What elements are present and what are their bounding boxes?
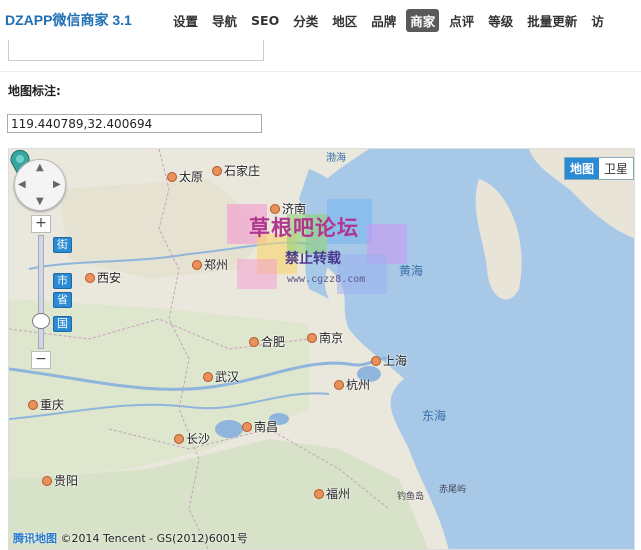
zoom-control: + −: [31, 215, 51, 369]
map-copyright: 腾讯地图 ©2014 Tencent - GS(2012)6001号: [13, 530, 248, 546]
nav-item-navigation[interactable]: 导航: [208, 9, 241, 32]
zoom-level-province[interactable]: 省: [53, 292, 72, 308]
nav-item-category[interactable]: 分类: [289, 9, 322, 32]
city-label: 南昌: [242, 418, 278, 435]
watermark-url: www.cgzz8.com: [287, 274, 366, 285]
watermark: 草根吧论坛 禁止转载 www.cgzz8.com: [227, 194, 417, 304]
watermark-title: 草根吧论坛: [249, 216, 359, 240]
city-label: 上海: [371, 352, 407, 369]
zoom-level-street[interactable]: 街: [53, 237, 72, 253]
app-brand[interactable]: DZAPP微信商家 3.1: [5, 10, 132, 30]
nav-item-merchant[interactable]: 商家: [406, 8, 440, 32]
city-label: 长沙: [174, 430, 210, 447]
nav-item-seo[interactable]: SEO: [247, 11, 283, 30]
nav-item-more[interactable]: 访: [587, 9, 608, 32]
city-label: 郑州: [192, 256, 228, 273]
form-content: 地图标注: 太原 石家庄 济南 郑州 西安 合肥 南京 上海 武汉: [0, 40, 641, 550]
city-label: 石家庄: [212, 162, 260, 179]
nav-item-batch-update[interactable]: 批量更新: [523, 9, 581, 32]
city-label: 杭州: [334, 376, 370, 393]
zoom-level-country[interactable]: 国: [53, 316, 72, 332]
pan-left-icon[interactable]: ◀: [18, 179, 26, 190]
city-label: 福州: [314, 485, 350, 502]
top-nav-bar: DZAPP微信商家 3.1 设置 导航 SEO 分类 地区 品牌 商家 点评 等…: [0, 0, 641, 40]
row-divider: [0, 71, 641, 72]
zoom-slider-thumb[interactable]: [32, 313, 50, 329]
tencent-map-logo: 腾讯地图: [13, 532, 57, 545]
island-label: 赤尾屿: [439, 485, 467, 495]
nav-item-level[interactable]: 等级: [484, 9, 517, 32]
sea-label: 东海: [422, 409, 447, 423]
watermark-subtitle: 禁止转载: [285, 251, 341, 267]
map-type-switch: 地图 卫星: [563, 157, 634, 180]
zoom-level-city[interactable]: 市: [53, 273, 72, 289]
city-label: 合肥: [249, 333, 285, 350]
coordinates-input[interactable]: [7, 114, 262, 133]
nav-item-settings[interactable]: 设置: [169, 9, 202, 32]
pan-right-icon[interactable]: ▶: [53, 179, 61, 190]
pan-control[interactable]: ▲ ▼ ◀ ▶: [14, 159, 66, 211]
city-label: 太原: [167, 168, 203, 185]
sea-label: 渤海: [326, 153, 346, 164]
nav-item-region[interactable]: 地区: [328, 9, 361, 32]
zoom-track[interactable]: [38, 235, 44, 349]
city-label: 贵阳: [42, 472, 78, 489]
map-label: 地图标注:: [8, 84, 61, 98]
island-label: 钓鱼岛: [397, 492, 425, 502]
city-label: 重庆: [28, 396, 64, 413]
previous-text-field[interactable]: [8, 40, 264, 61]
map-view[interactable]: 太原 石家庄 济南 郑州 西安 合肥 南京 上海 武汉 杭州 重庆 长沙 南昌 …: [8, 148, 635, 550]
city-label: 武汉: [203, 368, 239, 385]
map-type-satellite-button[interactable]: 卫星: [599, 158, 633, 179]
zoom-out-button[interactable]: −: [31, 351, 51, 369]
nav-item-brand[interactable]: 品牌: [367, 9, 400, 32]
nav-item-review[interactable]: 点评: [445, 9, 478, 32]
map-type-map-button[interactable]: 地图: [564, 158, 599, 179]
main-nav: 设置 导航 SEO 分类 地区 品牌 商家 点评 等级 批量更新 访: [166, 8, 611, 32]
city-label: 南京: [307, 329, 343, 346]
pan-up-icon[interactable]: ▲: [36, 162, 44, 173]
zoom-in-button[interactable]: +: [31, 215, 51, 233]
city-label: 西安: [85, 269, 121, 286]
pan-down-icon[interactable]: ▼: [36, 196, 44, 207]
copyright-text: ©2014 Tencent - GS(2012)6001号: [60, 532, 248, 545]
